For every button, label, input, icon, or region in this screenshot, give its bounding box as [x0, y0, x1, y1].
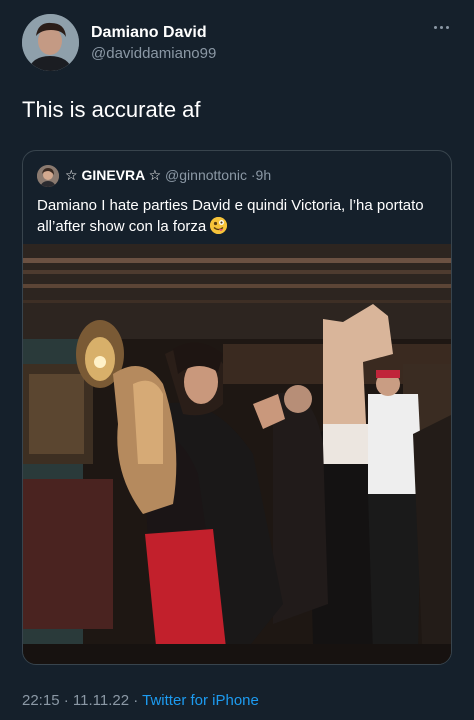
quoted-meta: ☆ GINEVRA ☆ @ginnottonic ·9h [65, 167, 271, 184]
quoted-tweet[interactable]: ☆ GINEVRA ☆ @ginnottonic ·9h Damiano I h… [22, 150, 452, 665]
quoted-author-name[interactable]: ☆ GINEVRA ☆ [65, 167, 161, 183]
party-photo[interactable] [23, 244, 452, 665]
quoted-avatar-photo [37, 165, 59, 187]
quoted-text-body: Damiano I hate parties David e quindi Vi… [37, 197, 424, 235]
tweet-time: 22:15 [22, 692, 60, 709]
quoted-author-avatar[interactable] [37, 165, 59, 187]
tweet-source-link[interactable]: Twitter for iPhone [142, 692, 259, 709]
quoted-age: 9h [255, 167, 272, 183]
tweet-header: Damiano David @daviddamiano99 [0, 0, 474, 80]
quoted-tweet-text: Damiano I hate parties David e quindi Vi… [37, 195, 437, 237]
author-handle[interactable]: @daviddamiano99 [91, 45, 216, 62]
zany-face-emoji [210, 217, 228, 234]
more-dots-icon[interactable] [432, 22, 452, 34]
quoted-author-handle[interactable]: @ginnottonic [165, 167, 247, 183]
tweet-footer: 22:15 · 11.11.22 · Twitter for iPhone [22, 692, 259, 709]
tweet-text: This is accurate af [22, 97, 201, 122]
avatar-photo [22, 14, 79, 71]
author-avatar[interactable] [22, 14, 79, 71]
tweet-date: 11.11.22 [72, 692, 130, 709]
footer-separator-1: · [63, 692, 69, 709]
footer-separator-2: · [133, 692, 139, 709]
author-name[interactable]: Damiano David [91, 24, 207, 42]
